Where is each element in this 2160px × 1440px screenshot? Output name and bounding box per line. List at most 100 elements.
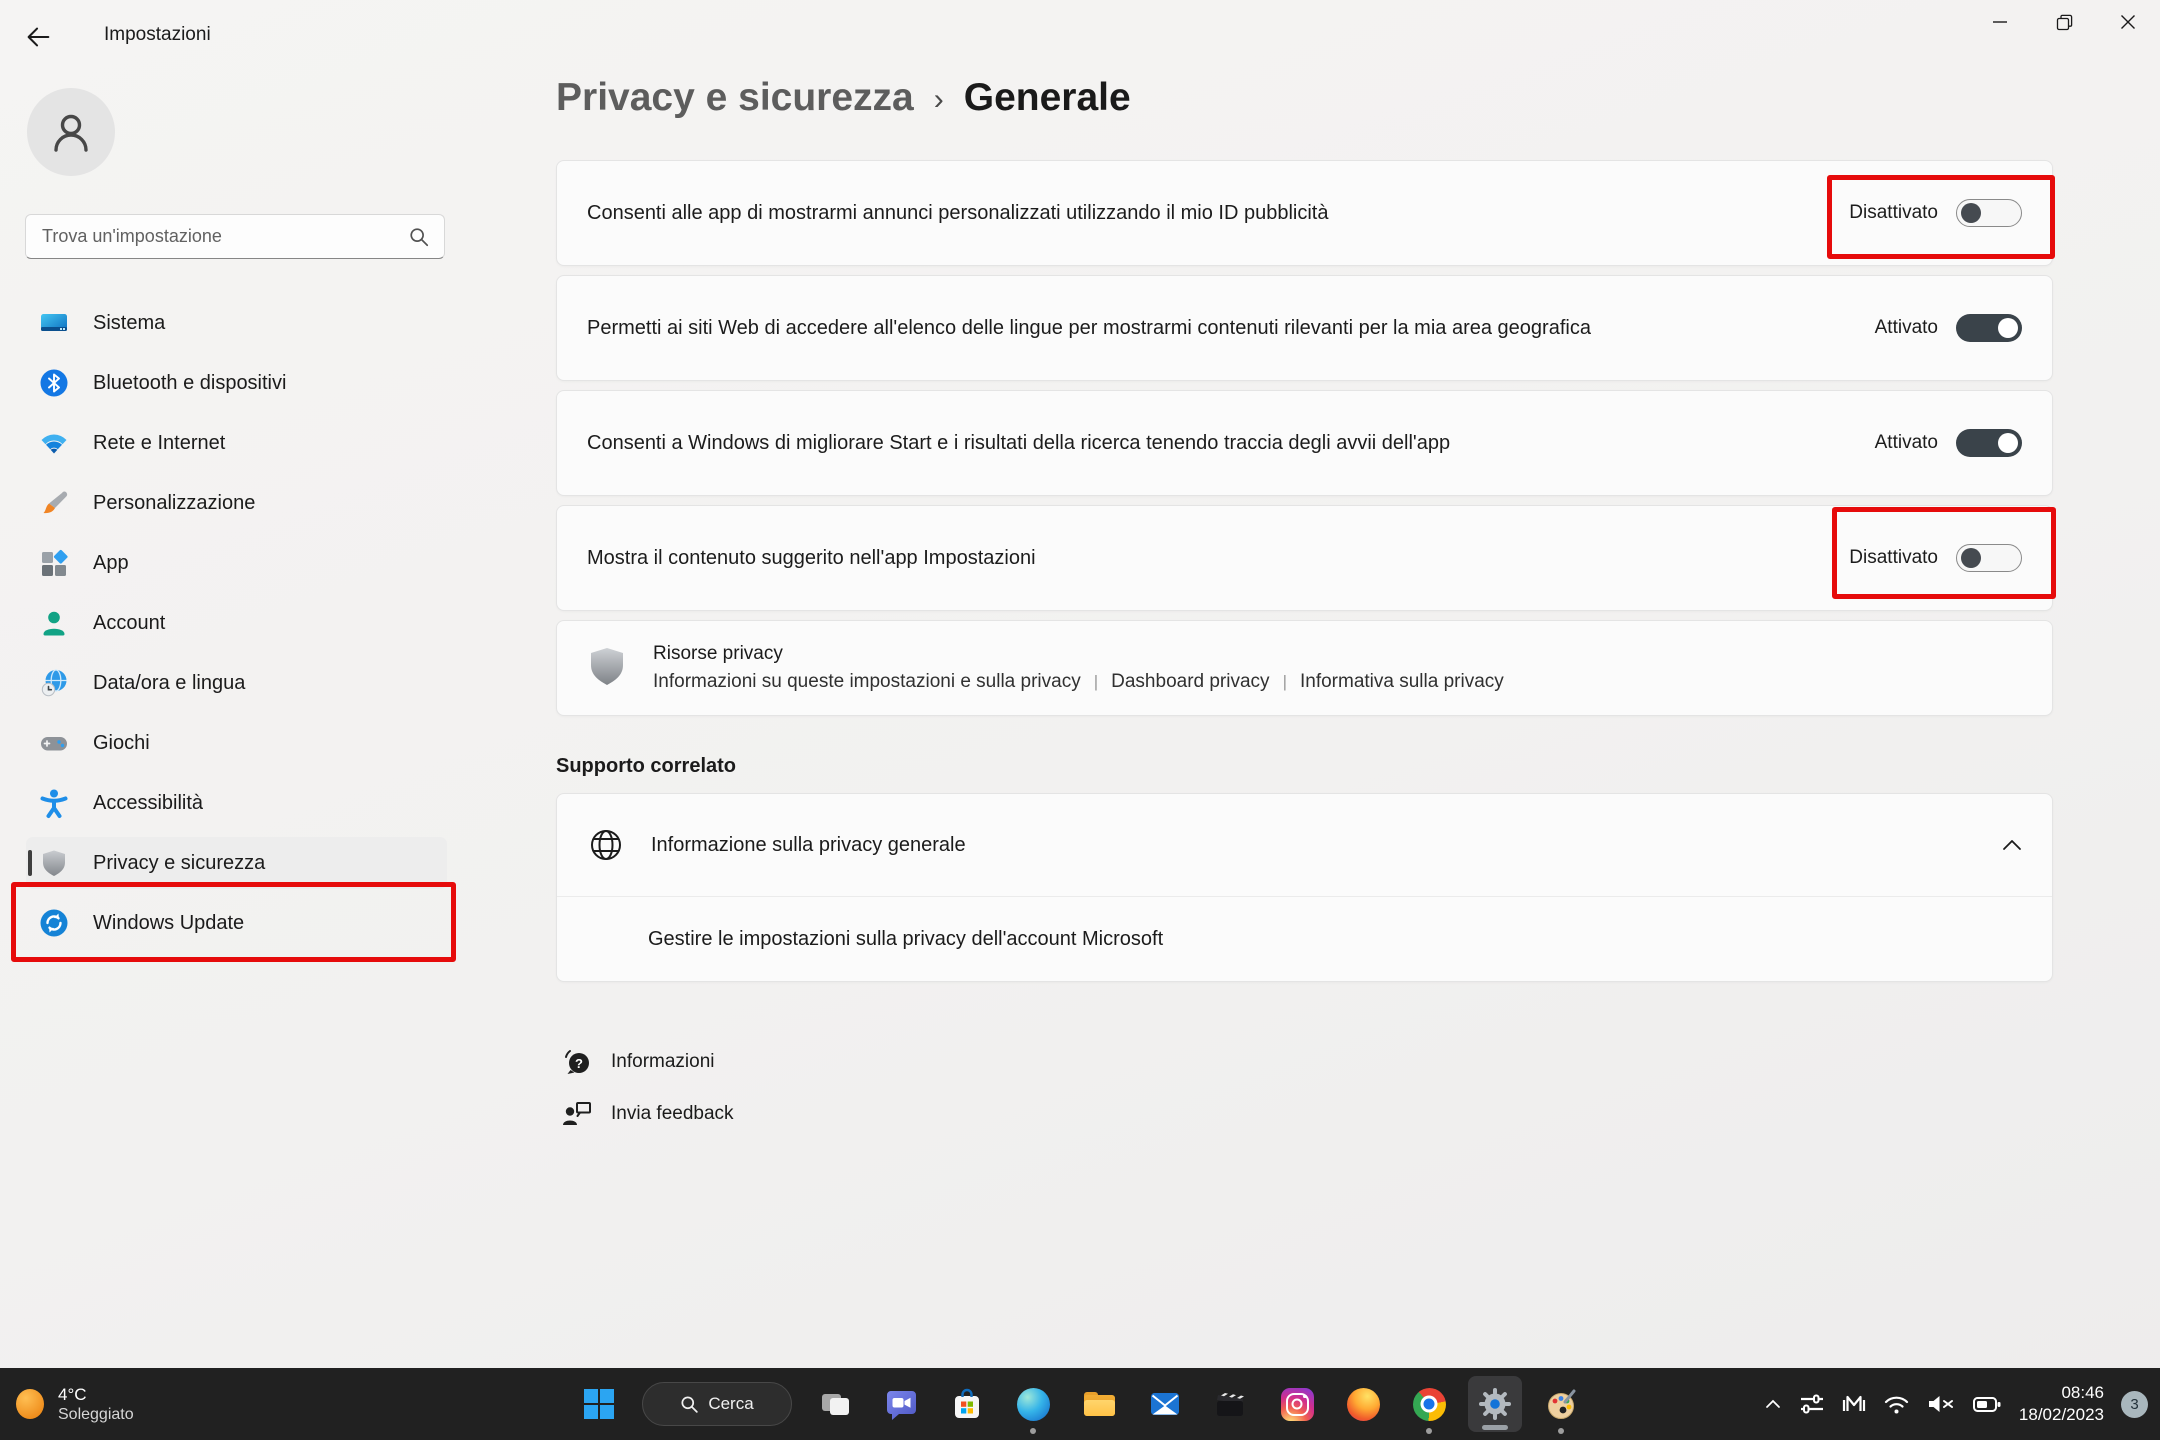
taskbar-center: Cerca: [570, 1368, 1590, 1440]
sidebar-item-app[interactable]: App: [26, 533, 447, 593]
feedback-link[interactable]: Invia feedback: [556, 1089, 734, 1139]
link-separator: |: [1283, 672, 1287, 692]
gaming-icon: [38, 727, 70, 759]
weather-widget[interactable]: 4°C Soleggiato: [16, 1368, 134, 1440]
start-button[interactable]: [570, 1372, 628, 1436]
clock[interactable]: 08:46 18/02/2023: [2019, 1382, 2104, 1426]
expander-header[interactable]: Informazione sulla privacy generale: [557, 794, 2052, 896]
notification-badge[interactable]: 3: [2121, 1391, 2148, 1418]
system-icon: [38, 307, 70, 339]
video-editor-button[interactable]: [1202, 1372, 1260, 1436]
help-bubble-icon: ?: [560, 1045, 594, 1079]
main-content: Consenti alle app di mostrarmi annunci p…: [556, 160, 2053, 1139]
about-link[interactable]: ? Informazioni: [556, 1037, 715, 1087]
volume-muted-icon[interactable]: [1927, 1392, 1955, 1416]
file-explorer-button[interactable]: [1070, 1372, 1128, 1436]
toggle-state-label: Disattivato: [1849, 202, 1938, 224]
link-privacy-info[interactable]: Informazioni su queste impostazioni e su…: [653, 671, 1081, 693]
sidebar-item-rete[interactable]: Rete e Internet: [26, 413, 447, 473]
breadcrumb-parent[interactable]: Privacy e sicurezza: [556, 76, 914, 120]
minimize-button[interactable]: [1968, 0, 2032, 44]
toggle-switch-language-list[interactable]: [1956, 314, 2022, 342]
weather-temp: 4°C: [58, 1384, 134, 1405]
link-privacy-dashboard[interactable]: Dashboard privacy: [1111, 671, 1269, 693]
link-separator: |: [1094, 672, 1098, 692]
link-privacy-statement[interactable]: Informativa sulla privacy: [1300, 671, 1504, 693]
sidebar-item-sistema[interactable]: Sistema: [26, 293, 447, 353]
sidebar-item-label: Bluetooth e dispositivi: [93, 372, 286, 395]
taskbar-search[interactable]: Cerca: [642, 1382, 792, 1426]
setting-label: Consenti alle app di mostrarmi annunci p…: [587, 202, 1849, 225]
expander-label: Informazione sulla privacy generale: [651, 834, 2002, 857]
sidebar-item-accessibilita[interactable]: Accessibilità: [26, 773, 447, 833]
chat-icon: [885, 1388, 918, 1421]
sidebar-item-data-ora[interactable]: Data/ora e lingua: [26, 653, 447, 713]
about-label: Informazioni: [611, 1051, 715, 1073]
tray-m-app-icon[interactable]: [1842, 1392, 1866, 1416]
running-indicator: [1426, 1428, 1432, 1434]
sidebar-item-label: Privacy e sicurezza: [93, 852, 265, 875]
sidebar-item-label: Data/ora e lingua: [93, 672, 245, 695]
sidebar: Sistema Bluetooth e dispositivi Rete e I…: [0, 56, 500, 1368]
instagram-icon: [1281, 1388, 1314, 1421]
tray-sliders-icon[interactable]: [1799, 1391, 1825, 1417]
video-editor-icon: [1215, 1388, 1248, 1421]
store-button[interactable]: [938, 1372, 996, 1436]
footer-links: ? Informazioni Invia feedback: [556, 1037, 2053, 1139]
weather-condition: Soleggiato: [58, 1405, 134, 1425]
toggle-knob: [1961, 548, 1981, 568]
sidebar-item-windows-update[interactable]: Windows Update: [26, 893, 447, 953]
toggle-knob: [1998, 433, 2018, 453]
tray-date: 18/02/2023: [2019, 1404, 2104, 1426]
mail-button[interactable]: [1136, 1372, 1194, 1436]
section-header-support: Supporto correlato: [556, 755, 2053, 778]
shield-icon: [587, 646, 627, 690]
personalization-icon: [38, 487, 70, 519]
start-icon: [582, 1387, 616, 1421]
task-view-button[interactable]: [806, 1372, 864, 1436]
sidebar-item-giochi[interactable]: Giochi: [26, 713, 447, 773]
close-button[interactable]: [2096, 0, 2160, 44]
accessibility-icon: [38, 787, 70, 819]
chevron-up-icon[interactable]: [2002, 839, 2022, 851]
sidebar-item-label: Sistema: [93, 312, 165, 335]
expander-child-link[interactable]: Gestire le impostazioni sulla privacy de…: [557, 896, 2052, 981]
edge-button[interactable]: [1004, 1372, 1062, 1436]
setting-label: Permetti ai siti Web di accedere all'ele…: [587, 317, 1875, 340]
firefox-button[interactable]: [1334, 1372, 1392, 1436]
account-icon: [38, 607, 70, 639]
toggle-switch-app-launch-tracking[interactable]: [1956, 429, 2022, 457]
sidebar-item-label: Personalizzazione: [93, 492, 255, 515]
tray-chevron-up-icon[interactable]: [1764, 1398, 1782, 1410]
settings-button-active[interactable]: [1466, 1372, 1524, 1436]
sidebar-item-personalizzazione[interactable]: Personalizzazione: [26, 473, 447, 533]
page-title: Generale: [964, 76, 1131, 120]
toggle-switch-ad-id[interactable]: [1956, 199, 2022, 227]
selected-accent-bar: [28, 850, 32, 876]
mail-icon: [1149, 1388, 1181, 1420]
avatar[interactable]: [27, 88, 115, 176]
chrome-button[interactable]: [1400, 1372, 1458, 1436]
toggle-switch-suggested-content[interactable]: [1956, 544, 2022, 572]
back-button[interactable]: [18, 18, 58, 56]
svg-text:?: ?: [575, 1056, 583, 1071]
person-icon: [45, 106, 97, 158]
child-link-label: Gestire le impostazioni sulla privacy de…: [648, 928, 1163, 951]
toggle-state-label: Disattivato: [1849, 547, 1938, 569]
store-icon: [951, 1388, 983, 1420]
sidebar-item-account[interactable]: Account: [26, 593, 447, 653]
settings-window: Impostazioni: [0, 0, 2160, 1440]
paint-button[interactable]: [1532, 1372, 1590, 1436]
search-icon: [408, 226, 430, 248]
setting-row-ad-id: Consenti alle app di mostrarmi annunci p…: [556, 160, 2053, 266]
toggle-state-label: Attivato: [1875, 432, 1938, 454]
search-input[interactable]: [26, 226, 408, 247]
sidebar-item-privacy[interactable]: Privacy e sicurezza: [26, 837, 447, 889]
chat-button[interactable]: [872, 1372, 930, 1436]
restore-button[interactable]: [2032, 0, 2096, 44]
wifi-icon[interactable]: [1883, 1392, 1910, 1416]
battery-icon[interactable]: [1972, 1392, 2002, 1416]
instagram-button[interactable]: [1268, 1372, 1326, 1436]
sidebar-nav: Sistema Bluetooth e dispositivi Rete e I…: [0, 293, 500, 953]
sidebar-item-bluetooth[interactable]: Bluetooth e dispositivi: [26, 353, 447, 413]
